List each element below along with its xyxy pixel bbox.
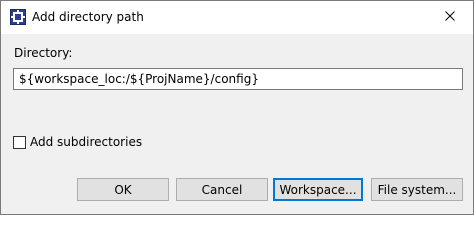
directory-input[interactable]: ${workspace_loc:/${ProjName}/config} [13, 68, 463, 90]
ok-button[interactable]: OK [77, 178, 169, 201]
workspace-button[interactable]: Workspace... [273, 178, 363, 201]
close-button[interactable] [427, 1, 473, 32]
file-system-button[interactable]: File system... [371, 178, 463, 201]
add-subdirectories-label[interactable]: Add subdirectories [30, 135, 142, 150]
add-subdirectories-checkbox[interactable] [13, 136, 26, 149]
cancel-button[interactable]: Cancel [176, 178, 268, 201]
add-subdirectories-option[interactable]: Add subdirectories [13, 135, 142, 150]
add-directory-path-dialog: Add directory path Directory: ${workspac… [0, 0, 474, 215]
directory-label: Directory: [14, 46, 73, 60]
title-bar: Add directory path [1, 1, 473, 34]
eclipse-cdt-icon [10, 9, 26, 25]
window-title: Add directory path [32, 10, 144, 24]
close-icon [445, 10, 455, 24]
dialog-body: Directory: ${workspace_loc:/${ProjName}/… [1, 34, 473, 214]
